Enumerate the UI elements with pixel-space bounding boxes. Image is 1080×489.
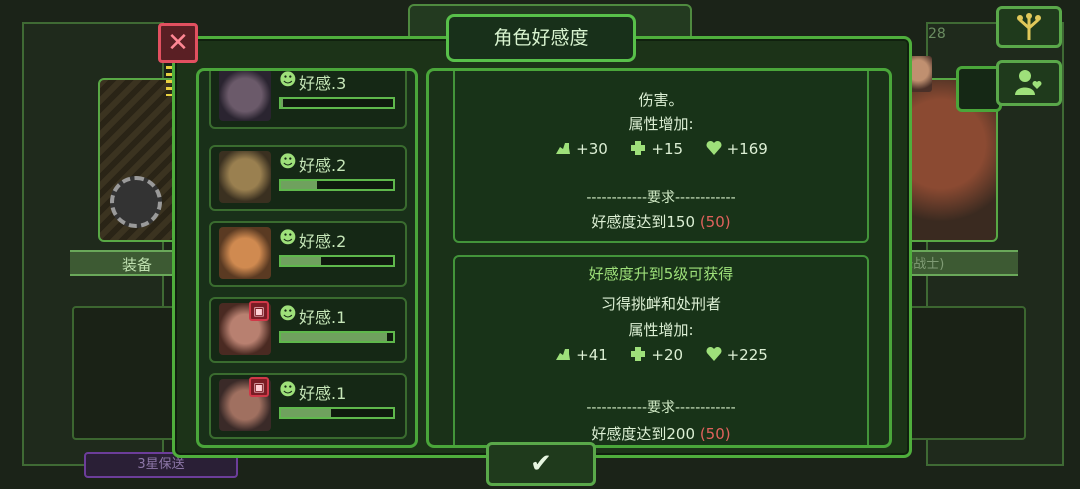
character-item[interactable]: ☻ 好感.2 bbox=[209, 145, 407, 211]
affinity-progress-bar bbox=[279, 179, 395, 191]
background-gear-icon bbox=[110, 176, 162, 228]
stat-row: +30 +15 +169 bbox=[455, 139, 867, 158]
requirement-line: 好感度达到150 (50) bbox=[455, 211, 867, 232]
character-item[interactable]: ☻ 好感.3 bbox=[209, 70, 407, 129]
stat-attack: +41 bbox=[576, 346, 608, 364]
affinity-progress-bar bbox=[279, 97, 395, 109]
affinity-progress-fill bbox=[281, 99, 284, 107]
heart-icon bbox=[706, 140, 722, 155]
affinity-progress-bar bbox=[279, 255, 395, 267]
requirement-divider: ------------要求------------ bbox=[586, 400, 736, 416]
stat-defense: +20 bbox=[651, 346, 684, 364]
modal-title: 角色好感度 bbox=[446, 14, 636, 62]
close-icon: ✕ bbox=[167, 28, 189, 58]
affinity-level: 好感.3 bbox=[299, 74, 347, 93]
affinity-button[interactable] bbox=[996, 60, 1062, 106]
confirm-button[interactable]: ✔ bbox=[486, 442, 596, 486]
stat-attack: +30 bbox=[576, 140, 608, 158]
lock-icon: ▣ bbox=[249, 301, 269, 321]
background-box-right bbox=[906, 306, 1026, 440]
stat-health: +169 bbox=[726, 140, 768, 158]
background-box-left bbox=[72, 306, 176, 440]
character-list[interactable]: ☻ 好感.3 ☻ 好感.2 ☻ 好感.2 ▣ ☻ 好感.1 ▣ ☻ 好感.1 bbox=[196, 68, 418, 448]
requirement-text: 好感度达到150 bbox=[591, 213, 696, 231]
attr-heading: 属性增加: bbox=[628, 321, 694, 339]
skill-name: 挑衅和处刑者 bbox=[631, 295, 722, 313]
skill-prefix: 习得 bbox=[600, 295, 631, 313]
affinity-level: 好感.1 bbox=[299, 384, 347, 403]
strength-icon bbox=[556, 143, 571, 154]
affinity-progress-fill bbox=[281, 257, 322, 265]
smile-icon: ☻ bbox=[279, 304, 297, 324]
skill-tree-button[interactable] bbox=[996, 6, 1062, 48]
stat-health: +225 bbox=[726, 346, 768, 364]
affinity-level: 好感.2 bbox=[299, 232, 347, 251]
defense-icon bbox=[631, 347, 646, 361]
smile-icon: ☻ bbox=[279, 152, 297, 172]
reward-section-current: 伤害。 属性增加: +30 +15 +169 ------------要求---… bbox=[453, 71, 869, 243]
character-item[interactable]: ▣ ☻ 好感.1 bbox=[209, 373, 407, 439]
background-counter: 28 bbox=[928, 26, 946, 42]
lock-icon: ▣ bbox=[249, 377, 269, 397]
stat-defense: +15 bbox=[651, 140, 684, 158]
strength-icon bbox=[556, 349, 571, 360]
affinity-level: 好感.1 bbox=[299, 308, 347, 327]
character-portrait bbox=[219, 71, 271, 121]
person-heart-icon bbox=[1015, 70, 1042, 95]
reward-section-next: 好感度升到5级可获得 习得挑衅和处刑者 属性增加: +41 +20 +225 -… bbox=[453, 255, 869, 445]
affinity-progress-bar bbox=[279, 331, 395, 343]
checkmark-icon: ✔ bbox=[530, 449, 552, 479]
affinity-level: 好感.2 bbox=[299, 156, 347, 175]
affinity-detail-panel[interactable]: 伤害。 属性增加: +30 +15 +169 ------------要求---… bbox=[426, 68, 892, 448]
stat-row: +41 +20 +225 bbox=[455, 345, 867, 364]
heart-icon bbox=[706, 346, 722, 361]
attr-heading: 属性增加: bbox=[628, 115, 694, 133]
affinity-progress-fill bbox=[281, 333, 388, 341]
smile-icon: ☻ bbox=[279, 70, 297, 90]
requirement-current: (50) bbox=[699, 213, 731, 231]
character-item[interactable]: ▣ ☻ 好感.1 bbox=[209, 297, 407, 363]
character-item[interactable]: ☻ 好感.2 bbox=[209, 221, 407, 287]
affinity-progress-fill bbox=[281, 181, 317, 189]
defense-icon bbox=[631, 141, 646, 155]
requirement-current: (50) bbox=[699, 425, 731, 443]
requirement-text: 好感度达到200 bbox=[591, 425, 696, 443]
skill-tree-icon bbox=[1017, 13, 1041, 40]
character-portrait bbox=[219, 151, 271, 203]
affinity-progress-bar bbox=[279, 407, 395, 419]
requirement-divider: ------------要求------------ bbox=[586, 190, 736, 206]
reward-description: 伤害。 bbox=[638, 91, 684, 109]
requirement-line: 好感度达到200 (50) bbox=[455, 423, 867, 444]
equipment-ribbon: 装备 bbox=[70, 250, 180, 276]
affinity-progress-fill bbox=[281, 409, 332, 417]
smile-icon: ☻ bbox=[279, 228, 297, 248]
character-portrait bbox=[219, 227, 271, 279]
close-button[interactable]: ✕ bbox=[158, 23, 198, 63]
decorative-dots bbox=[166, 66, 172, 96]
skill-line: 习得挑衅和处刑者 bbox=[455, 293, 867, 314]
next-level-heading: 好感度升到5级可获得 bbox=[588, 265, 734, 283]
smile-icon: ☻ bbox=[279, 380, 297, 400]
